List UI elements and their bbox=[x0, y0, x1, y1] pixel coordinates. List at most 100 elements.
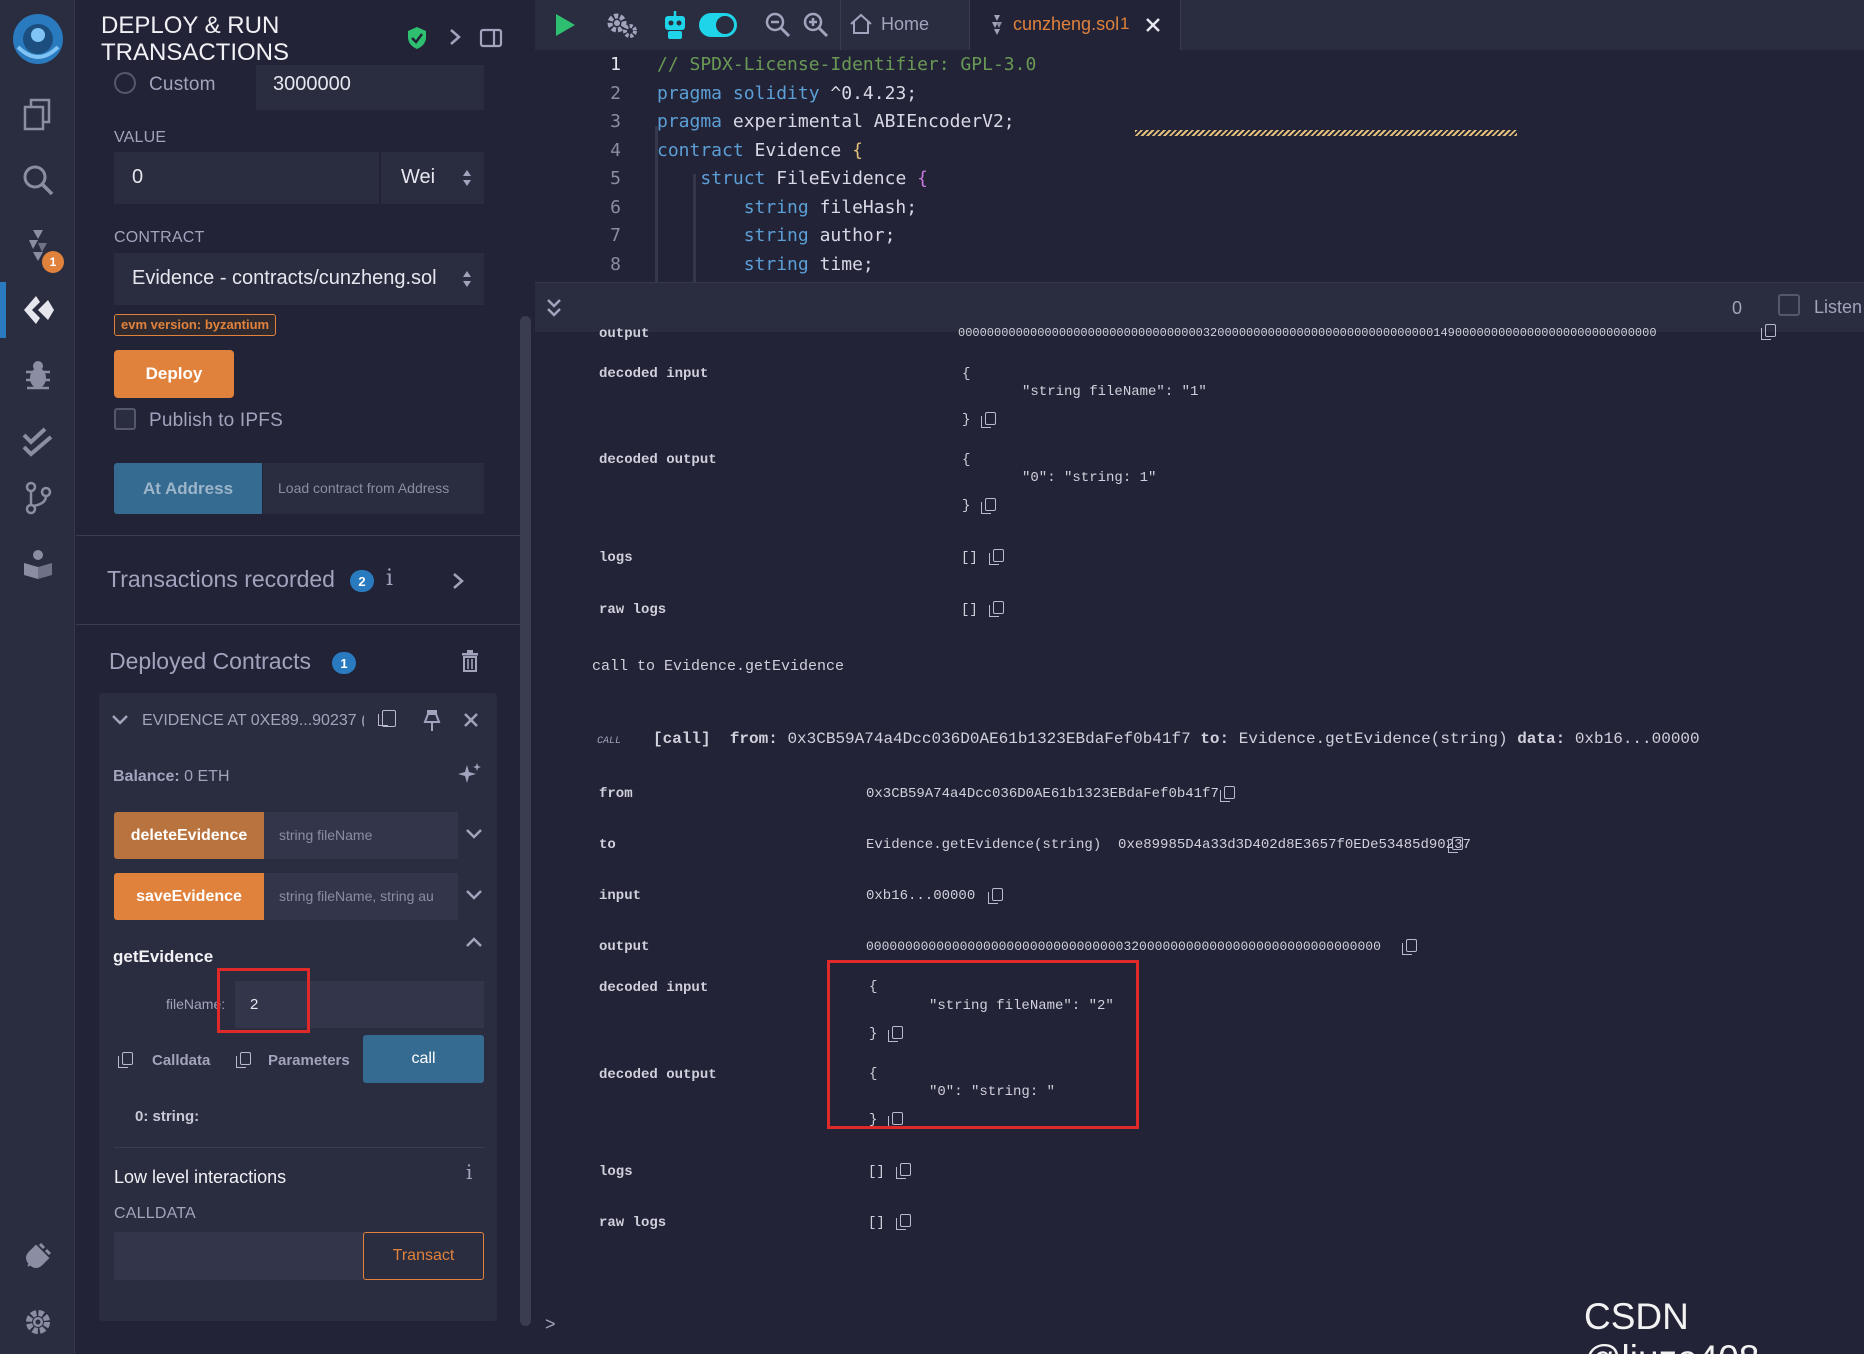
code-line: contract Evidence { bbox=[657, 139, 863, 161]
terminal-prompt[interactable]: > bbox=[545, 1314, 556, 1335]
gas-custom-radio[interactable] bbox=[114, 72, 136, 94]
transactions-recorded-label[interactable]: Transactions recorded bbox=[107, 566, 335, 593]
listen-checkbox[interactable] bbox=[1778, 294, 1800, 316]
prev-decoded-input-open: { bbox=[962, 366, 971, 382]
copy-icon[interactable] bbox=[981, 412, 996, 430]
balance-value: 0 ETH bbox=[184, 768, 230, 785]
gas-limit-input[interactable]: 3000000 bbox=[256, 65, 484, 110]
value-input[interactable]: 0 bbox=[114, 152, 379, 204]
call-from-val: 0x3CB59A74a4Dcc036D0AE61b1323EBdaFef0b41… bbox=[787, 730, 1191, 748]
listen-label: Listen bbox=[1814, 297, 1863, 317]
testing-icon[interactable] bbox=[0, 414, 75, 470]
code-editor[interactable]: 1 // SPDX-License-Identifier: GPL-3.0 2 pra… bbox=[535, 50, 1864, 282]
chevron-right-icon[interactable] bbox=[451, 571, 465, 596]
line-number: 5 bbox=[610, 168, 621, 189]
highlight-box bbox=[217, 968, 310, 1033]
copy-icon[interactable] bbox=[896, 1163, 911, 1181]
copy-icon[interactable] bbox=[1402, 939, 1417, 957]
delete-evidence-button[interactable]: deleteEvidence bbox=[114, 812, 264, 859]
transact-button[interactable]: Transact bbox=[363, 1232, 484, 1280]
learneth-icon[interactable] bbox=[0, 536, 75, 592]
copy-icon[interactable] bbox=[1220, 786, 1235, 804]
prev-decoded-output-body: "0": "string: 1" bbox=[1022, 470, 1157, 486]
copy-icon[interactable] bbox=[1448, 837, 1463, 855]
info-icon[interactable]: i bbox=[466, 1160, 472, 1184]
to-value: Evidence.getEvidence(string) 0xe89985D4a… bbox=[866, 837, 1471, 853]
copilot-toggle[interactable] bbox=[699, 13, 737, 37]
prev-logs-value: [] bbox=[961, 550, 978, 566]
copy-icon[interactable] bbox=[981, 498, 996, 516]
copy-icon[interactable] bbox=[989, 601, 1004, 619]
deploy-run-icon[interactable] bbox=[0, 282, 75, 338]
prev-decoded-output-open: { bbox=[962, 452, 971, 468]
debugger-icon[interactable] bbox=[0, 347, 75, 403]
save-evidence-input[interactable]: string fileName, string au bbox=[264, 873, 458, 920]
plugin-manager-icon[interactable] bbox=[0, 1228, 75, 1284]
toggle-panel-icon[interactable] bbox=[479, 28, 503, 53]
copy-icon[interactable] bbox=[989, 549, 1004, 567]
contract-select[interactable]: Evidence - contracts/cunzheng.sol bbox=[114, 253, 484, 305]
select-arrows-icon bbox=[462, 269, 472, 295]
save-evidence-button[interactable]: saveEvidence bbox=[114, 873, 264, 920]
at-address-input[interactable]: Load contract from Address bbox=[263, 463, 484, 514]
git-icon[interactable] bbox=[0, 470, 75, 526]
tab-home[interactable]: Home bbox=[841, 0, 969, 50]
sparkles-icon[interactable] bbox=[457, 762, 483, 793]
delete-evidence-input[interactable]: string fileName bbox=[264, 812, 458, 859]
copy-calldata-icon[interactable] bbox=[118, 1052, 133, 1070]
deploy-button[interactable]: Deploy bbox=[114, 350, 234, 398]
zoom-in-icon[interactable] bbox=[803, 12, 829, 43]
from-label: from bbox=[599, 786, 633, 802]
remix-logo-icon[interactable] bbox=[0, 8, 75, 70]
chevron-down-icon[interactable] bbox=[465, 827, 483, 846]
calldata-input[interactable] bbox=[114, 1232, 364, 1280]
parameters-copy-label[interactable]: Parameters bbox=[268, 1052, 350, 1069]
calldata-copy-label[interactable]: Calldata bbox=[152, 1052, 210, 1069]
chevron-down-icon[interactable] bbox=[465, 888, 483, 907]
copy-icon[interactable] bbox=[1761, 324, 1776, 342]
line-number: 2 bbox=[610, 82, 621, 104]
file-explorer-icon[interactable] bbox=[0, 86, 75, 142]
contract-selected-text: Evidence - contracts/cunzheng.sol bbox=[132, 267, 437, 289]
chevron-right-icon[interactable] bbox=[448, 27, 462, 52]
run-script-icon[interactable] bbox=[553, 12, 577, 43]
at-address-button[interactable]: At Address bbox=[114, 463, 262, 514]
publish-ipfs-checkbox[interactable] bbox=[114, 408, 136, 430]
solidity-compiler-icon[interactable]: 1 bbox=[0, 217, 75, 273]
line-number: 3 bbox=[610, 111, 621, 132]
copy-parameters-icon[interactable] bbox=[236, 1052, 251, 1070]
close-icon[interactable] bbox=[463, 712, 479, 733]
pin-icon[interactable] bbox=[422, 708, 442, 737]
call-summary[interactable]: [call] from: 0x3CB59A74a4Dcc036D0AE61b13… bbox=[653, 730, 1700, 748]
chevron-up-icon[interactable] bbox=[465, 935, 483, 954]
settings-cogs-icon[interactable] bbox=[605, 10, 639, 45]
tab-cunzheng-sol[interactable]: cunzheng.sol 1 bbox=[970, 0, 1180, 50]
chevron-down-icon[interactable] bbox=[111, 713, 129, 732]
to-label: to bbox=[599, 837, 616, 853]
output-label: output bbox=[599, 939, 650, 955]
zoom-out-icon[interactable] bbox=[765, 12, 791, 43]
trash-icon[interactable] bbox=[461, 650, 479, 677]
highlight-box bbox=[827, 960, 1139, 1129]
raw-logs-value: [] bbox=[868, 1215, 885, 1231]
call-button[interactable]: call bbox=[363, 1035, 484, 1083]
info-icon[interactable]: i bbox=[386, 566, 393, 591]
logs-label: logs bbox=[599, 1164, 633, 1180]
call-from-key: from: bbox=[729, 730, 778, 748]
copy-icon[interactable] bbox=[988, 888, 1003, 906]
copy-address-icon[interactable] bbox=[378, 710, 396, 732]
search-icon[interactable] bbox=[0, 152, 75, 208]
input-label: input bbox=[599, 888, 642, 904]
robot-copilot-icon[interactable] bbox=[662, 10, 688, 45]
from-value: 0x3CB59A74a4Dcc036D0AE61b1323EBdaFef0b41… bbox=[866, 786, 1219, 802]
gas-custom-label: Custom bbox=[149, 74, 216, 95]
panel-scrollbar[interactable] bbox=[520, 316, 531, 1326]
copy-icon[interactable] bbox=[896, 1214, 911, 1232]
panel-title-line1: DEPLOY & RUN bbox=[101, 12, 280, 39]
code-line: string author; bbox=[743, 225, 896, 246]
value-unit-select[interactable]: Wei bbox=[381, 152, 484, 204]
value-unit-text: Wei bbox=[401, 166, 436, 188]
settings-gear-icon[interactable] bbox=[0, 1294, 75, 1350]
terminal-collapse-icon[interactable] bbox=[545, 297, 563, 324]
line-number: 8 bbox=[610, 253, 621, 275]
